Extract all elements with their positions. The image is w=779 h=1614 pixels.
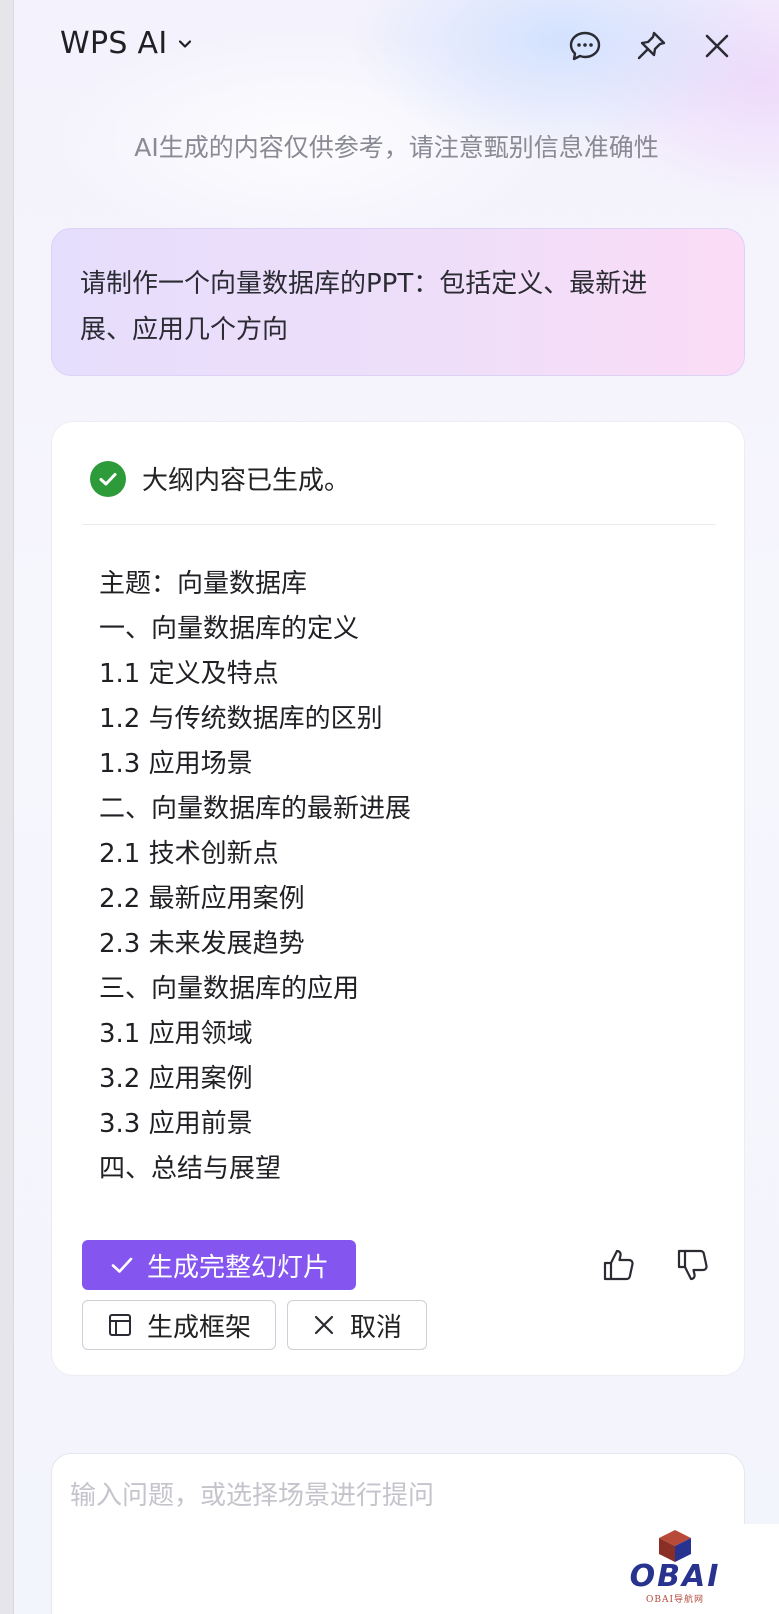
chat-bubble-icon bbox=[569, 31, 601, 61]
outline-item: 主题：向量数据库 bbox=[99, 569, 308, 599]
ai-model-switcher[interactable]: WPS AI bbox=[60, 26, 192, 61]
generate-frame-button[interactable]: 生成框架 bbox=[82, 1300, 276, 1350]
outline-item: 一、向量数据库的定义 bbox=[99, 614, 360, 644]
close-icon bbox=[314, 1315, 334, 1335]
generate-full-slides-button[interactable]: 生成完整幻灯片 bbox=[82, 1240, 356, 1290]
outline-item: 二、向量数据库的最新进展 bbox=[99, 794, 412, 824]
watermark-text: OBAI bbox=[629, 1559, 721, 1594]
like-button[interactable] bbox=[600, 1246, 638, 1284]
outline-item: 2.1 技术创新点 bbox=[99, 839, 279, 869]
dislike-button[interactable] bbox=[674, 1246, 712, 1284]
status-text: 大纲内容已生成。 bbox=[142, 466, 351, 496]
outline-item: 四、总结与展望 bbox=[99, 1154, 282, 1184]
layout-icon bbox=[108, 1314, 131, 1336]
outline-item: 2.2 最新应用案例 bbox=[99, 884, 305, 914]
cancel-button[interactable]: 取消 bbox=[287, 1300, 427, 1350]
pin-icon bbox=[637, 31, 666, 60]
outline-item: 1.2 与传统数据库的区别 bbox=[99, 704, 383, 734]
check-circle-icon bbox=[90, 460, 126, 497]
user-prompt-bubble: 请制作一个向量数据库的PPT：包括定义、最新进 展、应用几个方向 bbox=[51, 228, 745, 376]
close-button[interactable] bbox=[699, 28, 735, 64]
outline-item: 2.3 未来发展趋势 bbox=[99, 929, 305, 959]
thumbs-down-icon bbox=[677, 1249, 708, 1281]
panel-title: WPS AI bbox=[60, 26, 168, 61]
cancel-label: 取消 bbox=[349, 1312, 402, 1343]
question-input[interactable] bbox=[70, 1474, 710, 1518]
checkmark-icon bbox=[111, 1257, 133, 1273]
prompt-line-1: 请制作一个向量数据库的PPT：包括定义、最新进 bbox=[80, 269, 648, 299]
left-edge-strip bbox=[0, 0, 14, 1614]
chat-history-button[interactable] bbox=[567, 28, 603, 64]
pin-button[interactable] bbox=[633, 28, 669, 64]
prompt-line-2: 展、应用几个方向 bbox=[80, 315, 289, 345]
thumbs-up-icon bbox=[603, 1249, 634, 1281]
panel-header: WPS AI bbox=[14, 0, 779, 96]
outline-item: 3.1 应用领域 bbox=[99, 1019, 253, 1049]
outline-item: 1.3 应用场景 bbox=[99, 749, 253, 779]
generate-full-slides-label: 生成完整幻灯片 bbox=[146, 1252, 329, 1283]
outline-list: 主题：向量数据库 一、向量数据库的定义 1.1 定义及特点 1.2 与传统数据库… bbox=[99, 562, 411, 1192]
obai-watermark-logo: OBAI OBAI导航网 bbox=[620, 1528, 730, 1614]
close-icon bbox=[705, 34, 729, 58]
generate-frame-label: 生成框架 bbox=[146, 1312, 251, 1343]
chevron-down-icon bbox=[178, 39, 191, 48]
outline-item: 3.3 应用前景 bbox=[99, 1109, 253, 1139]
ai-response-card: 大纲内容已生成。 主题：向量数据库 一、向量数据库的定义 1.1 定义及特点 1… bbox=[51, 421, 745, 1376]
outline-item: 三、向量数据库的应用 bbox=[99, 974, 360, 1004]
outline-item: 1.1 定义及特点 bbox=[99, 659, 279, 689]
generation-status: 大纲内容已生成。 bbox=[90, 460, 350, 497]
disclaimer-text: AI生成的内容仅供参考，请注意甄别信息准确性 bbox=[134, 133, 659, 162]
divider bbox=[82, 524, 716, 525]
outline-item: 3.2 应用案例 bbox=[99, 1064, 253, 1094]
